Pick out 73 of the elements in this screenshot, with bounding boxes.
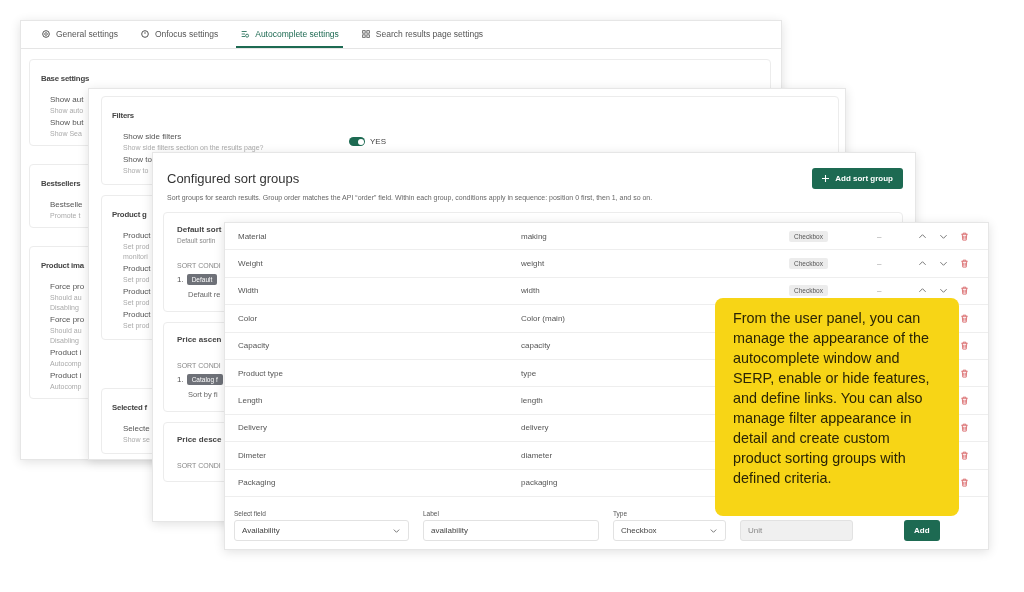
field-label: packaging (521, 478, 558, 488)
label-input[interactable]: availability (423, 519, 599, 541)
callout-text: From the user panel, you can manage the appearance of the autocomplete window and SERP, enable or hide features, and define links. You can also manage filter appearance in detail and create custom product sorting groups with defined criteria. (715, 298, 959, 516)
unit-value: – (876, 259, 882, 269)
add-button[interactable]: Add (904, 519, 940, 541)
grid-icon (360, 28, 371, 39)
settings-tab[interactable]: General settings (37, 21, 122, 48)
trash-icon[interactable] (960, 313, 969, 323)
gear-icon (41, 28, 51, 39)
settings-tab[interactable]: Onfocus settings (135, 21, 223, 48)
setting-label: Show side filters (123, 132, 182, 141)
setting-label: Bestselle (50, 200, 83, 209)
field-label: Color (main) (521, 313, 565, 323)
trash-icon[interactable] (960, 341, 969, 351)
setting-label: Product (123, 231, 151, 240)
setting-label: Force pro (50, 282, 85, 291)
list-search-icon (240, 28, 251, 39)
trash-icon[interactable] (960, 396, 969, 406)
trash-icon[interactable] (960, 286, 969, 296)
field-name: Dimeter (238, 450, 266, 460)
field-label: capacity (521, 341, 551, 351)
setting-label: Show aut (50, 95, 84, 104)
field-label: delivery (521, 423, 549, 433)
setting-label: Product i (50, 348, 82, 357)
setting-label: Selecte (123, 424, 150, 433)
setting-label: Show but (50, 118, 84, 127)
plus-icon (822, 175, 830, 182)
field-label: length (521, 396, 543, 406)
settings-tab[interactable]: Search results page settings (356, 21, 488, 48)
field-name: Capacity (238, 341, 270, 351)
group-title: Default sort (177, 225, 222, 234)
condition-number: 1. (177, 275, 184, 284)
field-name: Packaging (238, 478, 276, 488)
condition-number: 1. (177, 375, 184, 384)
setting-label: Product (123, 287, 151, 296)
setting-label: Product (123, 264, 151, 273)
chevron-up-icon[interactable] (918, 231, 927, 241)
field-name: Product type (238, 368, 283, 378)
field-name: Color (238, 313, 258, 323)
setting-label: Product (123, 310, 151, 319)
settings-tab[interactable]: Autocomplete settings (236, 21, 343, 48)
chevron-down-icon[interactable] (939, 259, 948, 269)
field-label: type (521, 368, 537, 378)
trash-icon[interactable] (960, 450, 969, 460)
trash-icon[interactable] (960, 478, 969, 488)
clock-icon (139, 28, 150, 39)
field-label: weight (521, 259, 545, 269)
window-title: Configured sort groups (167, 171, 300, 186)
setting-label: Product i (50, 371, 82, 380)
type-select[interactable]: Checkbox (613, 519, 726, 541)
trash-icon[interactable] (960, 423, 969, 433)
field-name: Material (238, 231, 267, 241)
setting-label: Show to (123, 155, 152, 164)
field-name: Width (238, 286, 259, 296)
add-sort-group-button[interactable]: Add sort group (812, 168, 903, 189)
field-label: diameter (521, 450, 553, 460)
chevron-down-icon[interactable] (939, 286, 948, 296)
unit-value: – (876, 286, 882, 296)
setting-label: Force pro (50, 315, 85, 324)
trash-icon[interactable] (960, 259, 969, 269)
group-title: Price desce (177, 435, 222, 444)
field-label: making (521, 231, 547, 241)
field-name: Length (238, 396, 263, 406)
toggle-switch[interactable] (349, 137, 365, 146)
unit-value: – (876, 231, 882, 241)
field-name: Delivery (238, 423, 267, 433)
field-label: width (521, 286, 540, 296)
field-name: Weight (238, 259, 263, 269)
trash-icon[interactable] (960, 231, 969, 241)
trash-icon[interactable] (960, 368, 969, 378)
select-field[interactable]: Availability (234, 519, 409, 541)
group-title: Price ascen (177, 335, 222, 344)
toggle-label: YES (370, 137, 386, 146)
